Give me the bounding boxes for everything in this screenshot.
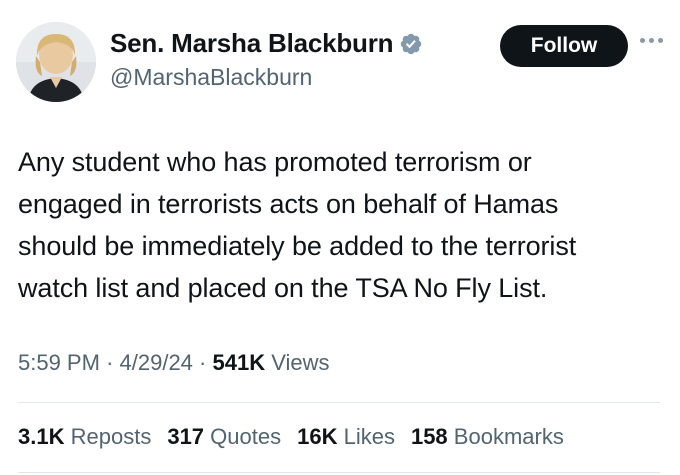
divider bbox=[18, 472, 660, 473]
tweet-text: Any student who has promoted terrorism o… bbox=[18, 141, 664, 309]
verified-badge-icon bbox=[399, 32, 423, 56]
more-options-icon[interactable] bbox=[640, 38, 666, 48]
quotes-stat[interactable]: 317 Quotes bbox=[167, 424, 281, 450]
tweet-line: engaged in terrorists acts on behalf of … bbox=[18, 189, 559, 219]
reposts-label: Reposts bbox=[70, 424, 152, 449]
tweet-time[interactable]: 5:59 PM bbox=[18, 350, 100, 375]
views-count: 541K bbox=[212, 350, 266, 375]
author-name[interactable]: Sen. Marsha Blackburn bbox=[110, 28, 394, 59]
engagement-stats: 3.1K Reposts 317 Quotes 16K Likes 158 Bo… bbox=[18, 424, 564, 450]
likes-label: Likes bbox=[343, 424, 395, 449]
tweet-line: should be immediately be added to the te… bbox=[18, 231, 577, 261]
likes-stat[interactable]: 16K Likes bbox=[297, 424, 395, 450]
bookmarks-label: Bookmarks bbox=[453, 424, 564, 449]
avatar-image bbox=[16, 22, 96, 102]
follow-button[interactable]: Follow bbox=[500, 25, 628, 67]
likes-count: 16K bbox=[297, 424, 338, 449]
tweet-date[interactable]: 4/29/24 bbox=[120, 350, 193, 375]
author-name-row: Sen. Marsha Blackburn bbox=[110, 28, 423, 59]
dot bbox=[658, 38, 663, 43]
bookmarks-stat[interactable]: 158 Bookmarks bbox=[411, 424, 564, 450]
reposts-stat[interactable]: 3.1K Reposts bbox=[18, 424, 151, 450]
dot bbox=[649, 38, 654, 43]
bookmarks-count: 158 bbox=[410, 424, 448, 449]
meta-separator: · bbox=[199, 350, 207, 375]
tweet-meta: 5:59 PM · 4/29/24 · 541K Views bbox=[18, 350, 330, 376]
quotes-label: Quotes bbox=[210, 424, 282, 449]
tweet-header: Sen. Marsha Blackburn @MarshaBlackburn F… bbox=[14, 20, 666, 102]
dot bbox=[640, 38, 645, 43]
divider bbox=[18, 402, 660, 403]
author-handle[interactable]: @MarshaBlackburn bbox=[110, 64, 312, 91]
quotes-count: 317 bbox=[167, 424, 205, 449]
tweet-line: watch list and placed on the TSA No Fly … bbox=[18, 273, 548, 303]
avatar[interactable] bbox=[16, 22, 96, 102]
views-label: Views bbox=[271, 350, 330, 375]
reposts-count: 3.1K bbox=[18, 424, 65, 449]
tweet-line: Any student who has promoted terrorism o… bbox=[18, 147, 532, 177]
meta-separator: · bbox=[106, 350, 114, 375]
